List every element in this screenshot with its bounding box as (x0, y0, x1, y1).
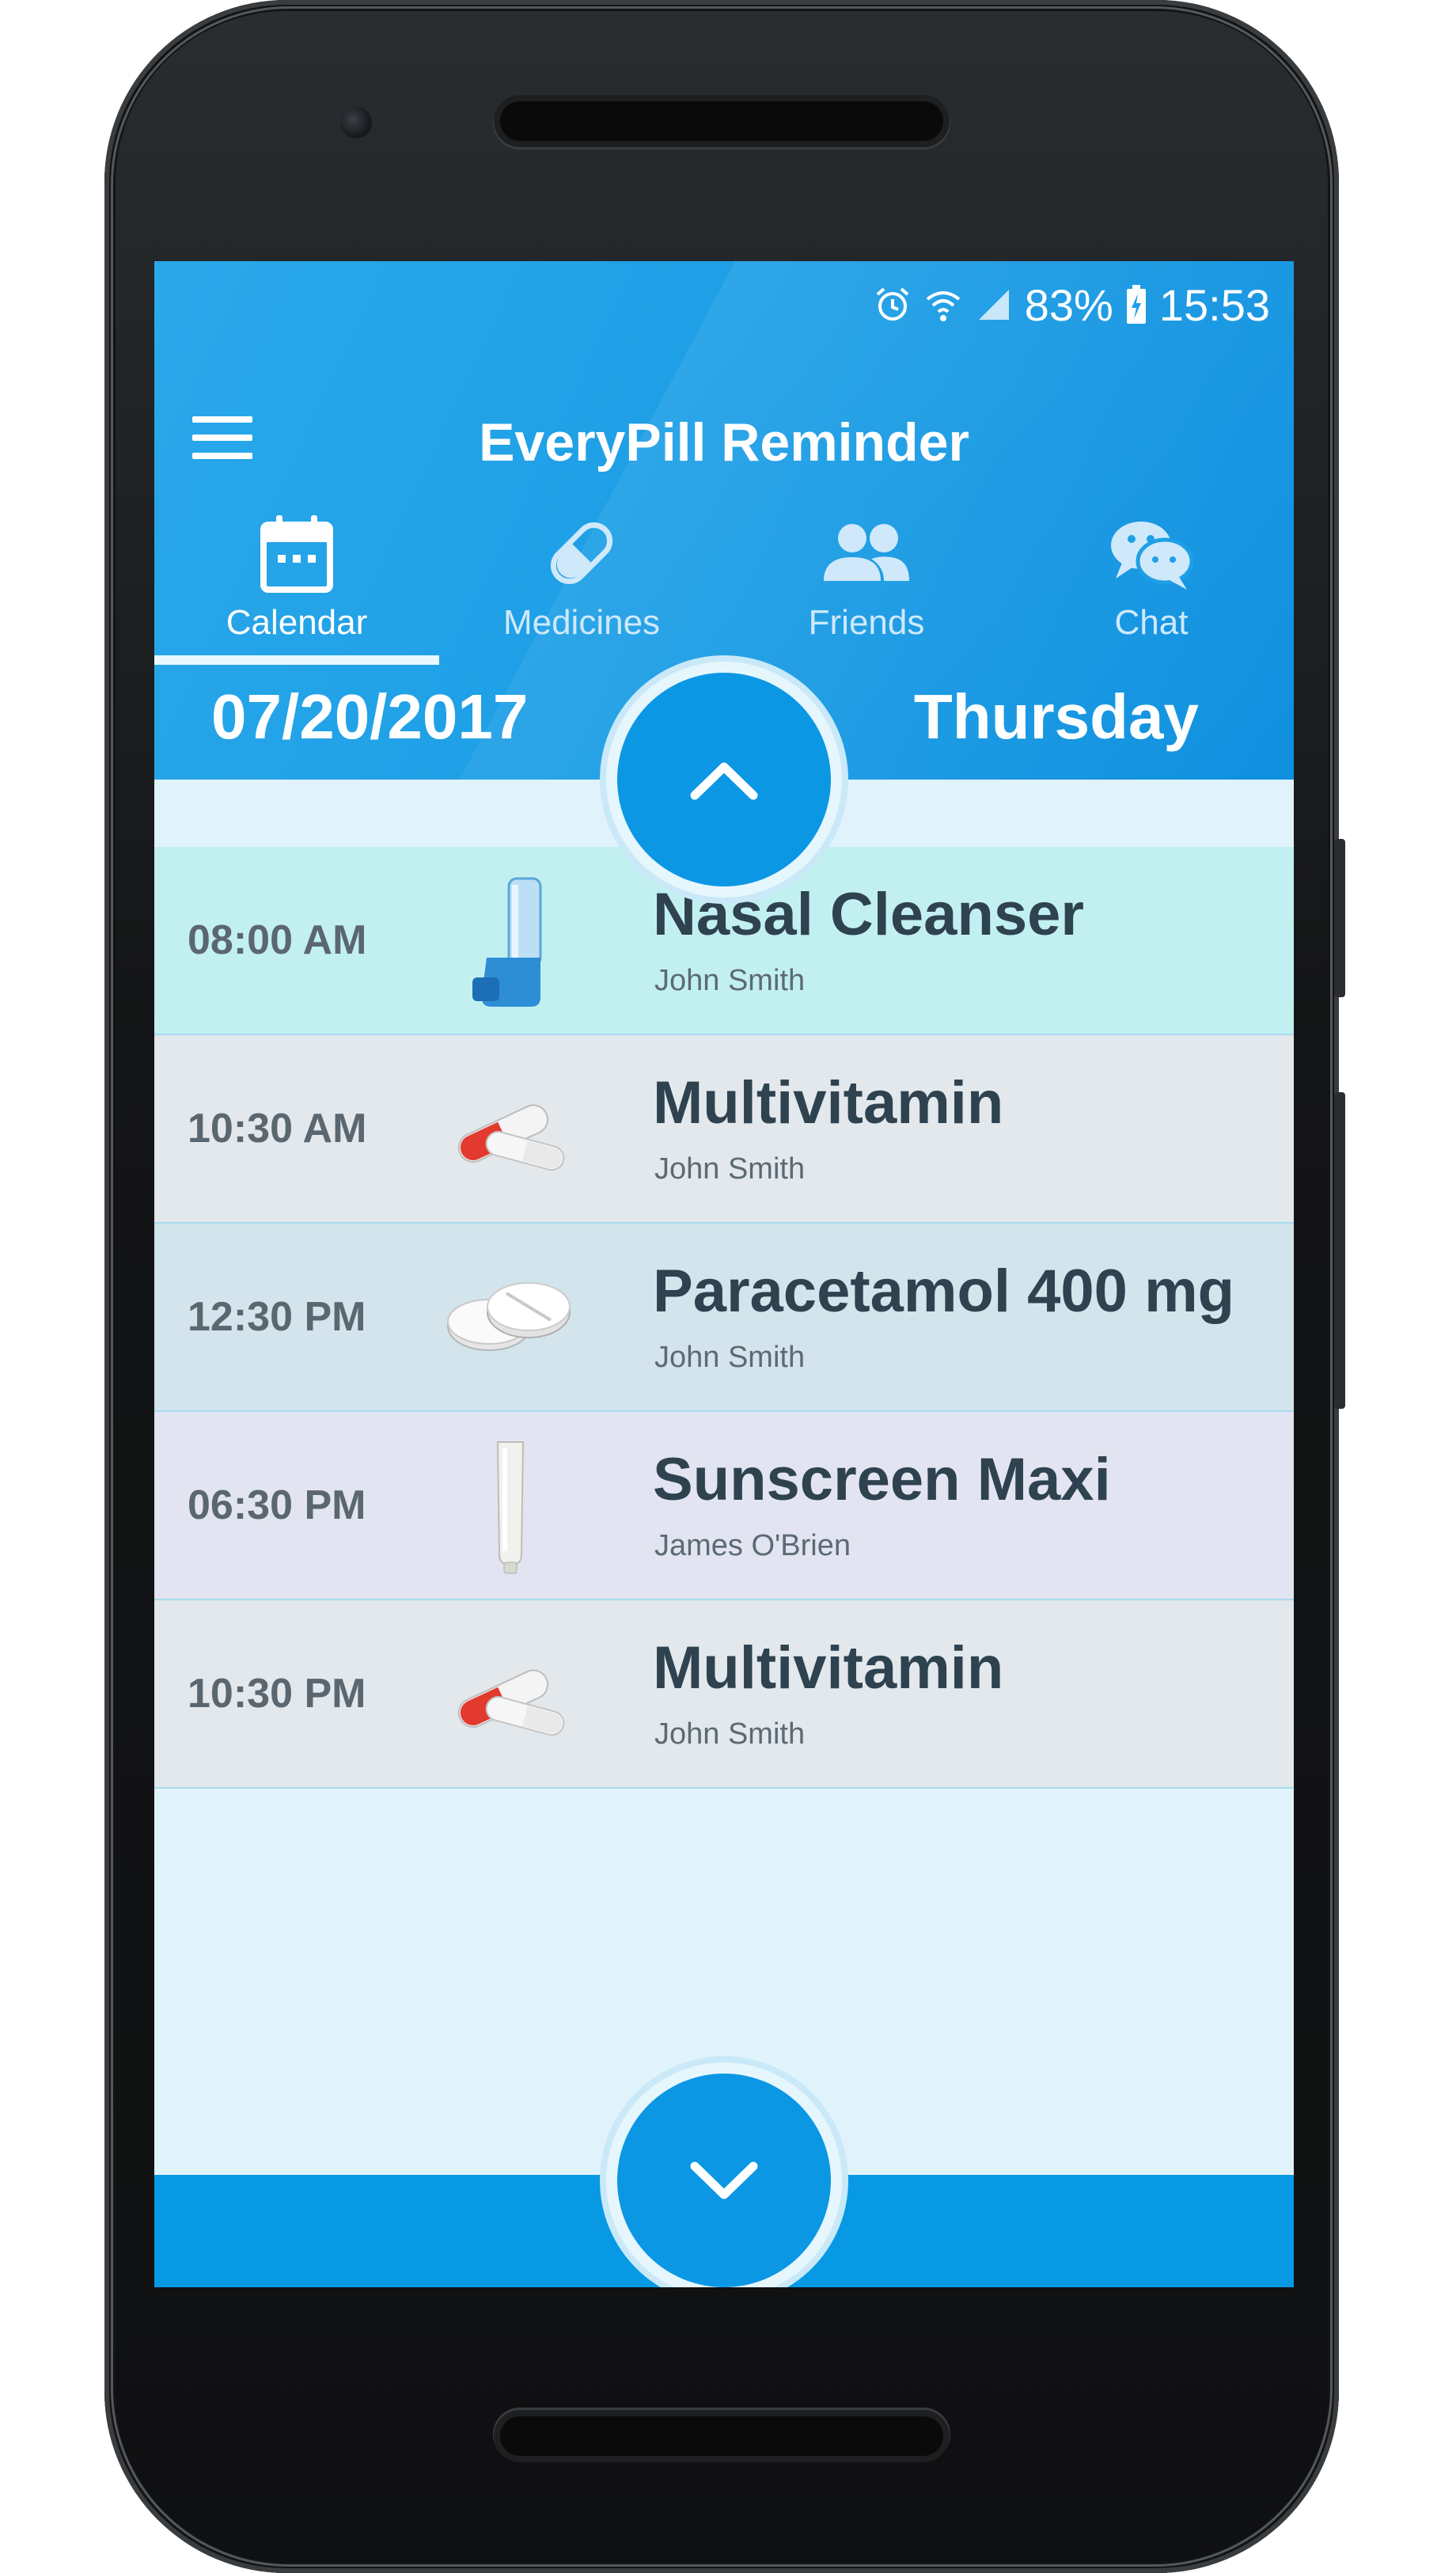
medicine-name: Paracetamol 400 mg (653, 1258, 1235, 1325)
capsules-icon (439, 1624, 582, 1767)
patient-name: John Smith (654, 964, 806, 997)
reminder-time: 10:30 AM (188, 1106, 367, 1152)
status-bar: 83% 15:53 (873, 277, 1270, 332)
battery-percent: 83% (1024, 279, 1113, 330)
selected-date: 07/20/2017 (211, 681, 529, 752)
chevron-down-icon (690, 2161, 758, 2199)
scroll-up-button[interactable] (617, 673, 831, 886)
patient-name: John Smith (654, 1341, 806, 1374)
power-button[interactable] (1334, 839, 1345, 997)
clock: 15:53 (1158, 279, 1270, 330)
front-camera (340, 107, 372, 139)
list-item[interactable]: 06:30 PM Sunscreen Maxi James O'Brien (154, 1412, 1294, 1600)
friends-icon (822, 510, 911, 597)
medicine-name: Sunscreen Maxi (653, 1446, 1111, 1513)
reminder-time: 08:00 AM (188, 917, 367, 963)
tab-medicines[interactable]: Medicines (439, 507, 724, 665)
tab-bar: Calendar Medicines Friends Chat (154, 507, 1294, 665)
list-item[interactable]: 12:30 PM Paracetamol 400 mg John Smith (154, 1224, 1294, 1412)
reminder-time: 12:30 PM (188, 1294, 366, 1340)
earpiece-speaker (500, 101, 943, 141)
capsules-icon (439, 1059, 582, 1201)
tab-label: Friends (808, 603, 925, 642)
tab-friends[interactable]: Friends (724, 507, 1009, 665)
screen: 83% 15:53 EveryPill Reminder Calendar Me… (154, 261, 1294, 2287)
patient-name: John Smith (654, 1152, 806, 1186)
patient-name: James O'Brien (654, 1529, 851, 1562)
chevron-up-icon (690, 762, 758, 800)
tab-label: Chat (1114, 603, 1189, 642)
tube-icon (439, 1436, 582, 1578)
scroll-down-button[interactable] (617, 2074, 831, 2287)
medicine-name: Multivitamin (653, 1069, 1004, 1137)
chat-icon (1108, 510, 1195, 597)
inhaler-icon (439, 871, 582, 1013)
reminder-time: 10:30 PM (188, 1671, 366, 1717)
toolbar: EveryPill Reminder (154, 388, 1294, 499)
signal-icon (974, 285, 1014, 324)
volume-button[interactable] (1334, 1092, 1345, 1409)
battery-charging-icon (1124, 284, 1148, 325)
calendar-icon (260, 510, 333, 597)
patient-name: John Smith (654, 1717, 806, 1751)
bottom-speaker (500, 2416, 943, 2456)
tab-chat[interactable]: Chat (1009, 507, 1294, 665)
tab-label: Calendar (226, 603, 368, 642)
tab-calendar[interactable]: Calendar (154, 507, 439, 665)
alarm-icon (873, 285, 912, 324)
reminder-list: 08:00 AM Nasal Cleanser John Smith 10:30… (154, 847, 1294, 1789)
tab-label: Medicines (502, 603, 661, 642)
reminder-time: 06:30 PM (188, 1482, 366, 1528)
selected-weekday: Thursday (913, 681, 1199, 752)
tablets-icon (439, 1247, 582, 1390)
app-title: EveryPill Reminder (479, 412, 969, 472)
pill-icon (542, 510, 621, 597)
wifi-icon (923, 285, 963, 324)
medicine-name: Multivitamin (653, 1634, 1004, 1702)
list-item[interactable]: 10:30 AM Multivitamin John Smith (154, 1035, 1294, 1224)
list-item[interactable]: 10:30 PM Multivitamin John Smith (154, 1600, 1294, 1789)
medicine-name: Nasal Cleanser (653, 881, 1084, 948)
